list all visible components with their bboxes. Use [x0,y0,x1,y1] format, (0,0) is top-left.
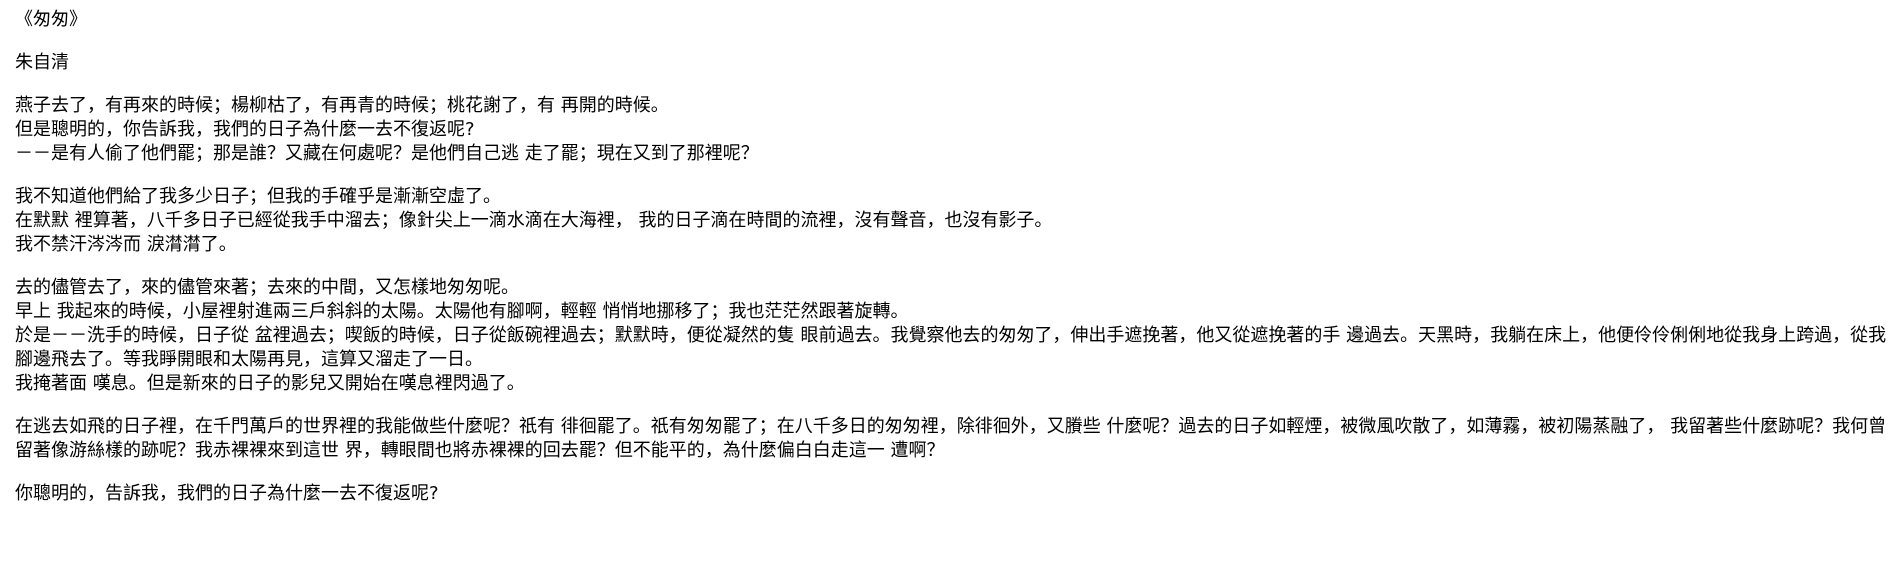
paragraph-4: 在逃去如飛的日子裡，在千門萬戶的世界裡的我能做些什麼呢？祇有 徘徊罷了。祇有匆匆… [15,415,1887,463]
paragraph-line: 燕子去了，有再來的時候；楊柳枯了，有再青的時候；桃花謝了，有 再開的時候。 [15,95,669,116]
paragraph-line: 在逃去如飛的日子裡，在千門萬戶的世界裡的我能做些什麼呢？祇有 徘徊罷了。祇有匆匆… [15,416,1887,461]
paragraph-line: 去的儘管去了，來的儘管來著；去來的中間，又怎樣地匆匆呢。 [15,277,519,298]
poem-title: 《匆匆》 [15,9,87,30]
paragraph-5: 你聰明的，告訴我，我們的日子為什麼一去不復返呢? [15,482,1887,506]
paragraph-line: 我不知道他們給了我多少日子；但我的手確乎是漸漸空虛了。 [15,186,501,207]
paragraph-line: 早上 我起來的時候，小屋裡射進兩三戶斜斜的太陽。太陽他有腳啊，輕輕 悄悄地挪移了… [15,301,909,322]
paragraph-2: 我不知道他們給了我多少日子；但我的手確乎是漸漸空虛了。 在默默 裡算著，八千多日… [15,185,1887,257]
paragraph-line: 在默默 裡算著，八千多日子已經從我手中溜去；像針尖上一滴水滴在大海裡， 我的日子… [15,210,1053,231]
document: 《匆匆》 朱自清 燕子去了，有再來的時候；楊柳枯了，有再青的時候；桃花謝了，有 … [0,0,1897,506]
paragraph-line: 你聰明的，告訴我，我們的日子為什麼一去不復返呢? [15,483,439,504]
paragraph-line: 我掩著面 嘆息。但是新來的日子的影兒又開始在嘆息裡閃過了。 [15,373,525,394]
paragraph-1: 燕子去了，有再來的時候；楊柳枯了，有再青的時候；桃花謝了，有 再開的時候。 但是… [15,94,1887,166]
paragraph-line: 我不禁汗涔涔而 淚潸潸了。 [15,234,237,255]
paragraph-line: 但是聰明的，你告訴我，我們的日子為什麼一去不復返呢? [15,119,475,140]
author-name: 朱自清 [15,52,69,73]
paragraph-line: －－是有人偷了他們罷；那是誰？又藏在何處呢？是他們自己逃 走了罷；現在又到了那裡… [15,143,759,164]
paragraph-line: 於是－－洗手的時候，日子從 盆裡過去；喫飯的時候，日子從飯碗裡過去；默默時，便從… [15,325,1887,370]
paragraph-3: 去的儘管去了，來的儘管來著；去來的中間，又怎樣地匆匆呢。 早上 我起來的時候，小… [15,276,1887,396]
